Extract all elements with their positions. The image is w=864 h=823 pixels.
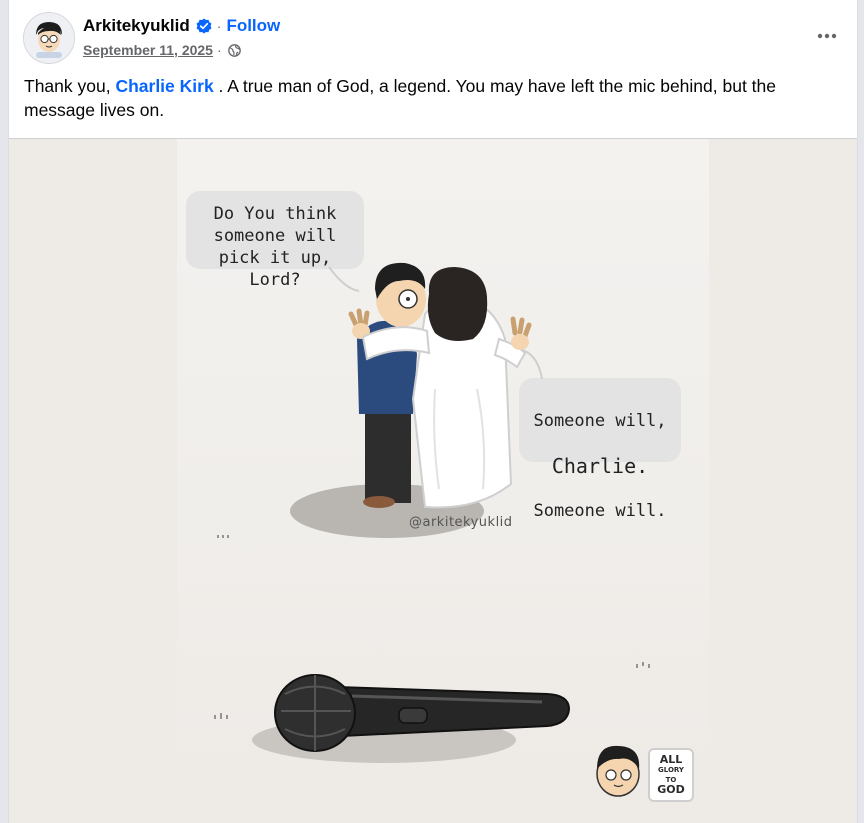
right-bubble-line-2: Charlie. xyxy=(551,454,649,478)
comic-illustration: Do You think someone will pick it up, Lo… xyxy=(177,139,709,823)
badge-line-2: GLORY xyxy=(658,766,684,774)
right-bubble-line-3: Someone will. xyxy=(533,501,667,521)
right-bubble-text: Someone will, Charlie. Someone will. xyxy=(519,388,681,544)
post-date[interactable]: September 11, 2025 xyxy=(83,42,213,58)
author-row: Arkitekyuklid · Follow xyxy=(83,16,280,36)
follow-button[interactable]: Follow xyxy=(226,16,280,36)
meta-separator-dot: · xyxy=(216,42,222,58)
microphone-drawing xyxy=(252,674,571,763)
author-avatar[interactable] xyxy=(23,12,75,64)
separator-dot: · xyxy=(216,18,222,34)
signature-avatar xyxy=(596,745,640,797)
badge-line-4: GOD xyxy=(657,783,685,796)
globe-icon[interactable] xyxy=(227,43,241,57)
more-options-icon[interactable] xyxy=(815,24,839,48)
post-image[interactable]: Do You think someone will pick it up, Lo… xyxy=(9,138,857,823)
avatar-illustration xyxy=(24,13,74,63)
post-meta: September 11, 2025 · xyxy=(83,42,241,58)
left-bubble-text: Do You think someone will pick it up, Lo… xyxy=(213,204,337,290)
all-glory-to-god-badge: ALL GLORY TO GOD xyxy=(648,748,694,802)
right-bubble-line-1: Someone will, xyxy=(533,411,667,431)
verified-badge-icon xyxy=(196,18,212,34)
artist-handle: @arkitekyuklid xyxy=(409,515,513,530)
badge-line-1: ALL xyxy=(659,753,683,766)
caption-text-start: Thank you, xyxy=(24,76,116,96)
mention-link[interactable]: Charlie Kirk xyxy=(115,76,213,96)
facebook-post: Arkitekyuklid · Follow September 11, 202… xyxy=(8,0,858,823)
author-name[interactable]: Arkitekyuklid xyxy=(83,16,190,36)
post-caption: Thank you, Charlie Kirk . A true man of … xyxy=(24,74,844,122)
